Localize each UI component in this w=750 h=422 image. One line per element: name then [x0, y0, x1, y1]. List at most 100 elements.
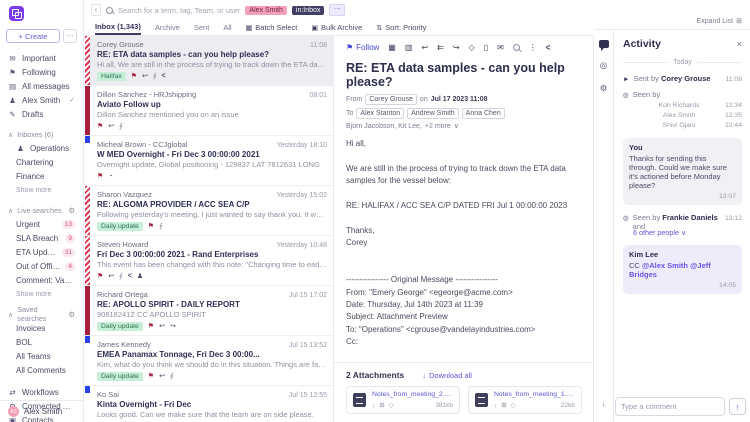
chevron-up-icon: ∧	[8, 205, 14, 215]
sidebar-item-invoices[interactable]: Invoices	[0, 321, 83, 335]
collapse-sidebar-button[interactable]: ‹	[91, 4, 101, 16]
sidebar-item-operations[interactable]: ♟ Operations	[0, 141, 83, 155]
integrations-tab-icon[interactable]: ⚙	[600, 83, 608, 94]
email-list-item[interactable]: Micheal Brown - CCJglobal Yesterday 18:10…	[85, 136, 333, 186]
send-comment-button[interactable]: ↑	[729, 398, 746, 415]
share-icon[interactable]: <	[546, 42, 551, 53]
activity-tab-icon[interactable]	[598, 40, 609, 51]
email-list-item[interactable]: Dillon Sanchez - HRJshipping 08:01 Aviato…	[85, 86, 333, 136]
attachment-card[interactable]: Notes_from_meeting_2.pdf ↓ ⊞ ◇ 381kb	[346, 386, 460, 414]
attachments-count: 2 Attachments	[346, 370, 405, 380]
subject: RE: APOLLO SPIRIT - DAILY REPORT	[97, 300, 240, 309]
sidebar-item-chartering[interactable]: Chartering	[0, 155, 83, 169]
search-input[interactable]: Search for a term, tag, Team, or user	[118, 6, 240, 15]
sidebar-item-following[interactable]: ⚑ Following	[0, 65, 83, 79]
notes-icon[interactable]: ▯	[484, 43, 488, 52]
reply-icon[interactable]: ↩	[421, 43, 428, 52]
create-button[interactable]: + Create	[6, 29, 60, 43]
search-thread-icon[interactable]	[512, 44, 520, 51]
expand-icon[interactable]: ⊞	[501, 401, 506, 409]
reply-all-icon[interactable]: ⇇	[437, 43, 444, 52]
sidebar-item-all-comments[interactable]: All Comments	[0, 363, 83, 377]
tab-sent[interactable]: Sent	[194, 20, 209, 35]
sidebar-item-bol[interactable]: BOL	[0, 335, 83, 349]
sidebar-item-urgent[interactable]: Urgent 13	[0, 217, 83, 231]
subject: EMEA Panamax Tonnage, Fri Dec 3 00:00...	[97, 350, 260, 359]
contacts-tab-icon[interactable]: ◎	[600, 60, 607, 71]
sidebar-item-alex-smith[interactable]: ♟ Alex Smith ✓	[0, 93, 83, 107]
email-icon[interactable]: ✉	[497, 43, 504, 52]
scroll-down-icon[interactable]: ↓	[602, 399, 606, 408]
email-list-item[interactable]: James Kennedy Jul 15 13:52 EMEA Panamax T…	[85, 336, 333, 386]
sort-priority-button[interactable]: ⇅ Sort: Priority	[376, 23, 426, 32]
today-divider: Today	[623, 59, 742, 66]
batch-select-button[interactable]: ▦ Batch Select	[246, 23, 298, 32]
saved-searches-header[interactable]: ∧ Saved searches ⚙	[0, 305, 83, 323]
inboxes-show-more[interactable]: Show more	[0, 183, 83, 197]
tag-icon[interactable]: ◇	[511, 401, 516, 409]
move-to-icon[interactable]: ▥	[405, 43, 413, 52]
sidebar-item-comment-vanco[interactable]: Comment: Vanco...	[0, 273, 83, 287]
expand-icon[interactable]: ⊞	[379, 401, 384, 409]
tab-archive[interactable]: Archive	[155, 20, 180, 35]
attachment-card[interactable]: Notes_from_meeting_1.pdf ↓ ⊞ ◇ 22kb	[468, 386, 582, 414]
sidebar-item-all-teams[interactable]: All Teams	[0, 349, 83, 363]
email-list-item[interactable]: Steven Howard Yesterday 10:48 Fri Dec 3 0…	[85, 236, 333, 286]
sender: Corey Grouse	[97, 40, 144, 49]
sidebar-item-drafts[interactable]: ✎ Drafts	[0, 107, 83, 121]
sidebar-more-button[interactable]: ⋯	[63, 29, 77, 43]
recipients-more[interactable]: +2 more	[425, 123, 451, 130]
sidebar-item-all-messages[interactable]: ▤ All messages	[0, 79, 83, 93]
search-chip-inbox-filter[interactable]: in:Inbox	[291, 5, 325, 15]
search-chip-user[interactable]: Alex Smith	[245, 5, 287, 15]
sidebar-item-workflows[interactable]: ⇄ Workflows	[0, 385, 83, 399]
archive-icon[interactable]: ▦	[388, 43, 396, 52]
comment-input[interactable]	[615, 397, 725, 416]
download-all-button[interactable]: ↓ Download all	[422, 371, 472, 380]
forward-icon[interactable]: ↪	[453, 43, 460, 52]
more-options-icon[interactable]: ⋮	[529, 43, 537, 52]
download-icon[interactable]: ↓	[494, 402, 497, 409]
close-icon[interactable]: ×	[737, 39, 742, 49]
follow-button[interactable]: ⚑ Follow	[346, 43, 379, 52]
live-searches-show-more[interactable]: Show more	[0, 287, 83, 301]
sidebar-user-footer[interactable]: AS Alex Smith	[0, 400, 84, 422]
email-list-item[interactable]: Sharon Vazquez Yesterday 15:02 RE: ALGOMA…	[85, 186, 333, 236]
front-logo[interactable]	[9, 6, 24, 21]
bulk-archive-button[interactable]: ▣ Bulk Archive	[311, 23, 362, 32]
attachment-size: 381kb	[435, 401, 453, 409]
recipient-chip[interactable]: Alex Stanton	[356, 108, 405, 119]
email-list-item[interactable]: Corey Grouse 11:08 RE: ETA data samples -…	[85, 36, 333, 86]
tag-pill: Daily update	[97, 372, 143, 381]
expand-list-button[interactable]: Expand List	[697, 18, 734, 25]
tag-pill: Daily update	[97, 322, 143, 331]
clock-icon: ◔	[108, 172, 113, 180]
tab-inbox[interactable]: Inbox (1,343)	[95, 20, 141, 35]
workflow-icon: ⇄	[9, 387, 16, 397]
flag-icon: ⚑	[147, 372, 155, 380]
sidebar-item-eta-updates[interactable]: ETA Updates31	[0, 245, 83, 259]
sla-breach-marker	[85, 186, 90, 235]
comment-text: CC @Alex Smith @Jeff Bridges	[629, 261, 711, 279]
tag-icon[interactable]: ◇	[469, 43, 475, 52]
gear-icon[interactable]: ⚙	[68, 206, 75, 215]
search-options-button[interactable]: ⋯	[329, 4, 346, 16]
sidebar-item-important[interactable]: ✉ Important	[0, 51, 83, 65]
sidebar-item-out-of-office[interactable]: Out of Office 4	[0, 259, 83, 273]
app-root: + Create ⋯ ✉ Important ⚑ Following ▤ All me…	[0, 0, 750, 422]
gear-icon[interactable]: ⚙	[68, 310, 75, 319]
recipient-chip[interactable]: Andrew Smith	[407, 108, 459, 119]
paperclip-icon: ∮	[119, 122, 123, 130]
tag-icon[interactable]: ◇	[389, 401, 394, 409]
email-list-item[interactable]: Richard Ortega Jul 15 17:02 RE: APOLLO SP…	[85, 286, 333, 336]
live-searches-header[interactable]: ∧ Live searches ⚙	[0, 203, 83, 217]
download-icon[interactable]: ↓	[372, 402, 375, 409]
sidebar-item-finance[interactable]: Finance	[0, 169, 83, 183]
mention[interactable]: @Alex Smith	[642, 261, 688, 270]
inboxes-section-header[interactable]: ∧ Inboxes (6)	[0, 127, 83, 141]
from-chip[interactable]: Corey Grouse	[365, 94, 417, 105]
sidebar-item-sla-breach[interactable]: SLA Breach 9	[0, 231, 83, 245]
recipient-chip[interactable]: Anna Chen	[461, 108, 505, 119]
email-list-item[interactable]: Ko Sai Jul 15 12:55 Kinta Overnight - Fri…	[85, 386, 333, 422]
tab-all[interactable]: All	[223, 20, 231, 35]
